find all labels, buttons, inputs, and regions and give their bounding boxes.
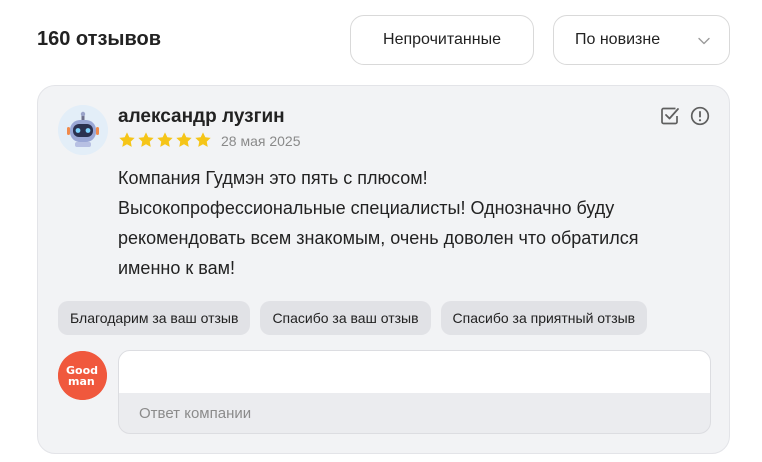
star-icon	[195, 132, 211, 147]
quick-reply-chips: Благодарим за ваш отзыв Спасибо за ваш о…	[58, 301, 648, 335]
company-reply-label: Ответ компании	[139, 404, 252, 422]
avatar[interactable]	[58, 105, 108, 155]
rating-stars	[118, 131, 212, 149]
review-author-name[interactable]: александр лузгин	[118, 106, 285, 128]
chevron-down-icon	[698, 37, 710, 45]
robot-avatar-icon	[58, 105, 108, 155]
quick-reply-chip[interactable]: Спасибо за приятный отзыв	[440, 301, 648, 335]
company-logo: Good man	[58, 351, 107, 400]
info-circle-icon[interactable]	[690, 106, 710, 126]
star-icon	[157, 132, 173, 147]
company-reply-box: Ответ компании	[118, 350, 711, 434]
review-text-line: Компания Гудмэн это пять с плюсом!	[118, 168, 428, 188]
quick-reply-chip[interactable]: Спасибо за ваш отзыв	[260, 301, 431, 335]
sort-label: По новизне	[575, 31, 661, 48]
reviews-count-title: 160 отзывов	[37, 28, 162, 50]
review-text-line: рекомендовать всем знакомым, очень довол…	[118, 228, 639, 248]
svg-text:man: man	[68, 375, 95, 388]
sort-dropdown[interactable]: По новизне	[553, 15, 730, 65]
star-icon	[119, 132, 135, 147]
star-icon	[176, 132, 192, 147]
filter-unread-button[interactable]: Непрочитанные	[350, 15, 534, 65]
review-text-line: Высокопрофессиональные специалисты! Одно…	[118, 198, 615, 218]
star-icon	[138, 132, 154, 147]
company-reply-footer: Ответ компании	[118, 393, 711, 434]
review-date: 28 мая 2025	[221, 133, 301, 149]
quick-reply-chip[interactable]: Благодарим за ваш отзыв	[58, 301, 251, 335]
review-text: Компания Гудмэн это пять с плюсом! Высок…	[118, 163, 718, 283]
checkbox-check-icon[interactable]	[660, 106, 680, 126]
reviews-header: 160 отзывов Непрочитанные По новизне	[0, 0, 762, 80]
goodman-logo-icon: Good man	[58, 351, 107, 400]
review-card: александр лузгин 28 мая 2025 Компания Гу…	[37, 85, 730, 454]
review-text-line: именно к вам!	[118, 258, 235, 278]
company-reply-input[interactable]	[118, 350, 711, 394]
